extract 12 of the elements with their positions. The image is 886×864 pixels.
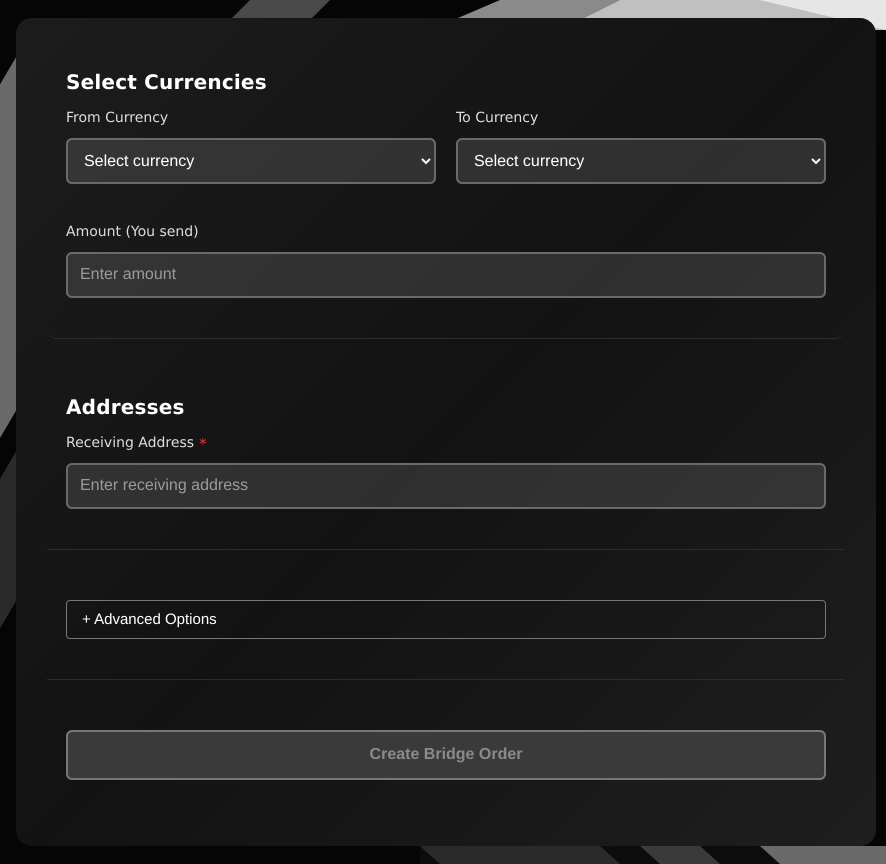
field-label: From Currency xyxy=(66,110,170,126)
currency-select[interactable]: Select currency xyxy=(456,138,826,184)
advanced-options-toggle[interactable]: + Advanced Options xyxy=(66,600,826,639)
address-field[interactable]: Enter receiving address xyxy=(66,463,826,509)
amount-field[interactable]: Enter amount xyxy=(66,252,826,298)
field-label: Receiving Address xyxy=(66,435,194,451)
section-title: Select Currencies xyxy=(66,70,268,94)
field-label: Amount (You send) xyxy=(66,224,200,240)
field-label: To Currency xyxy=(456,110,540,126)
section-title: Addresses xyxy=(66,395,186,419)
currency-select[interactable]: Select currency xyxy=(66,138,436,184)
required-mark: * xyxy=(199,435,207,455)
